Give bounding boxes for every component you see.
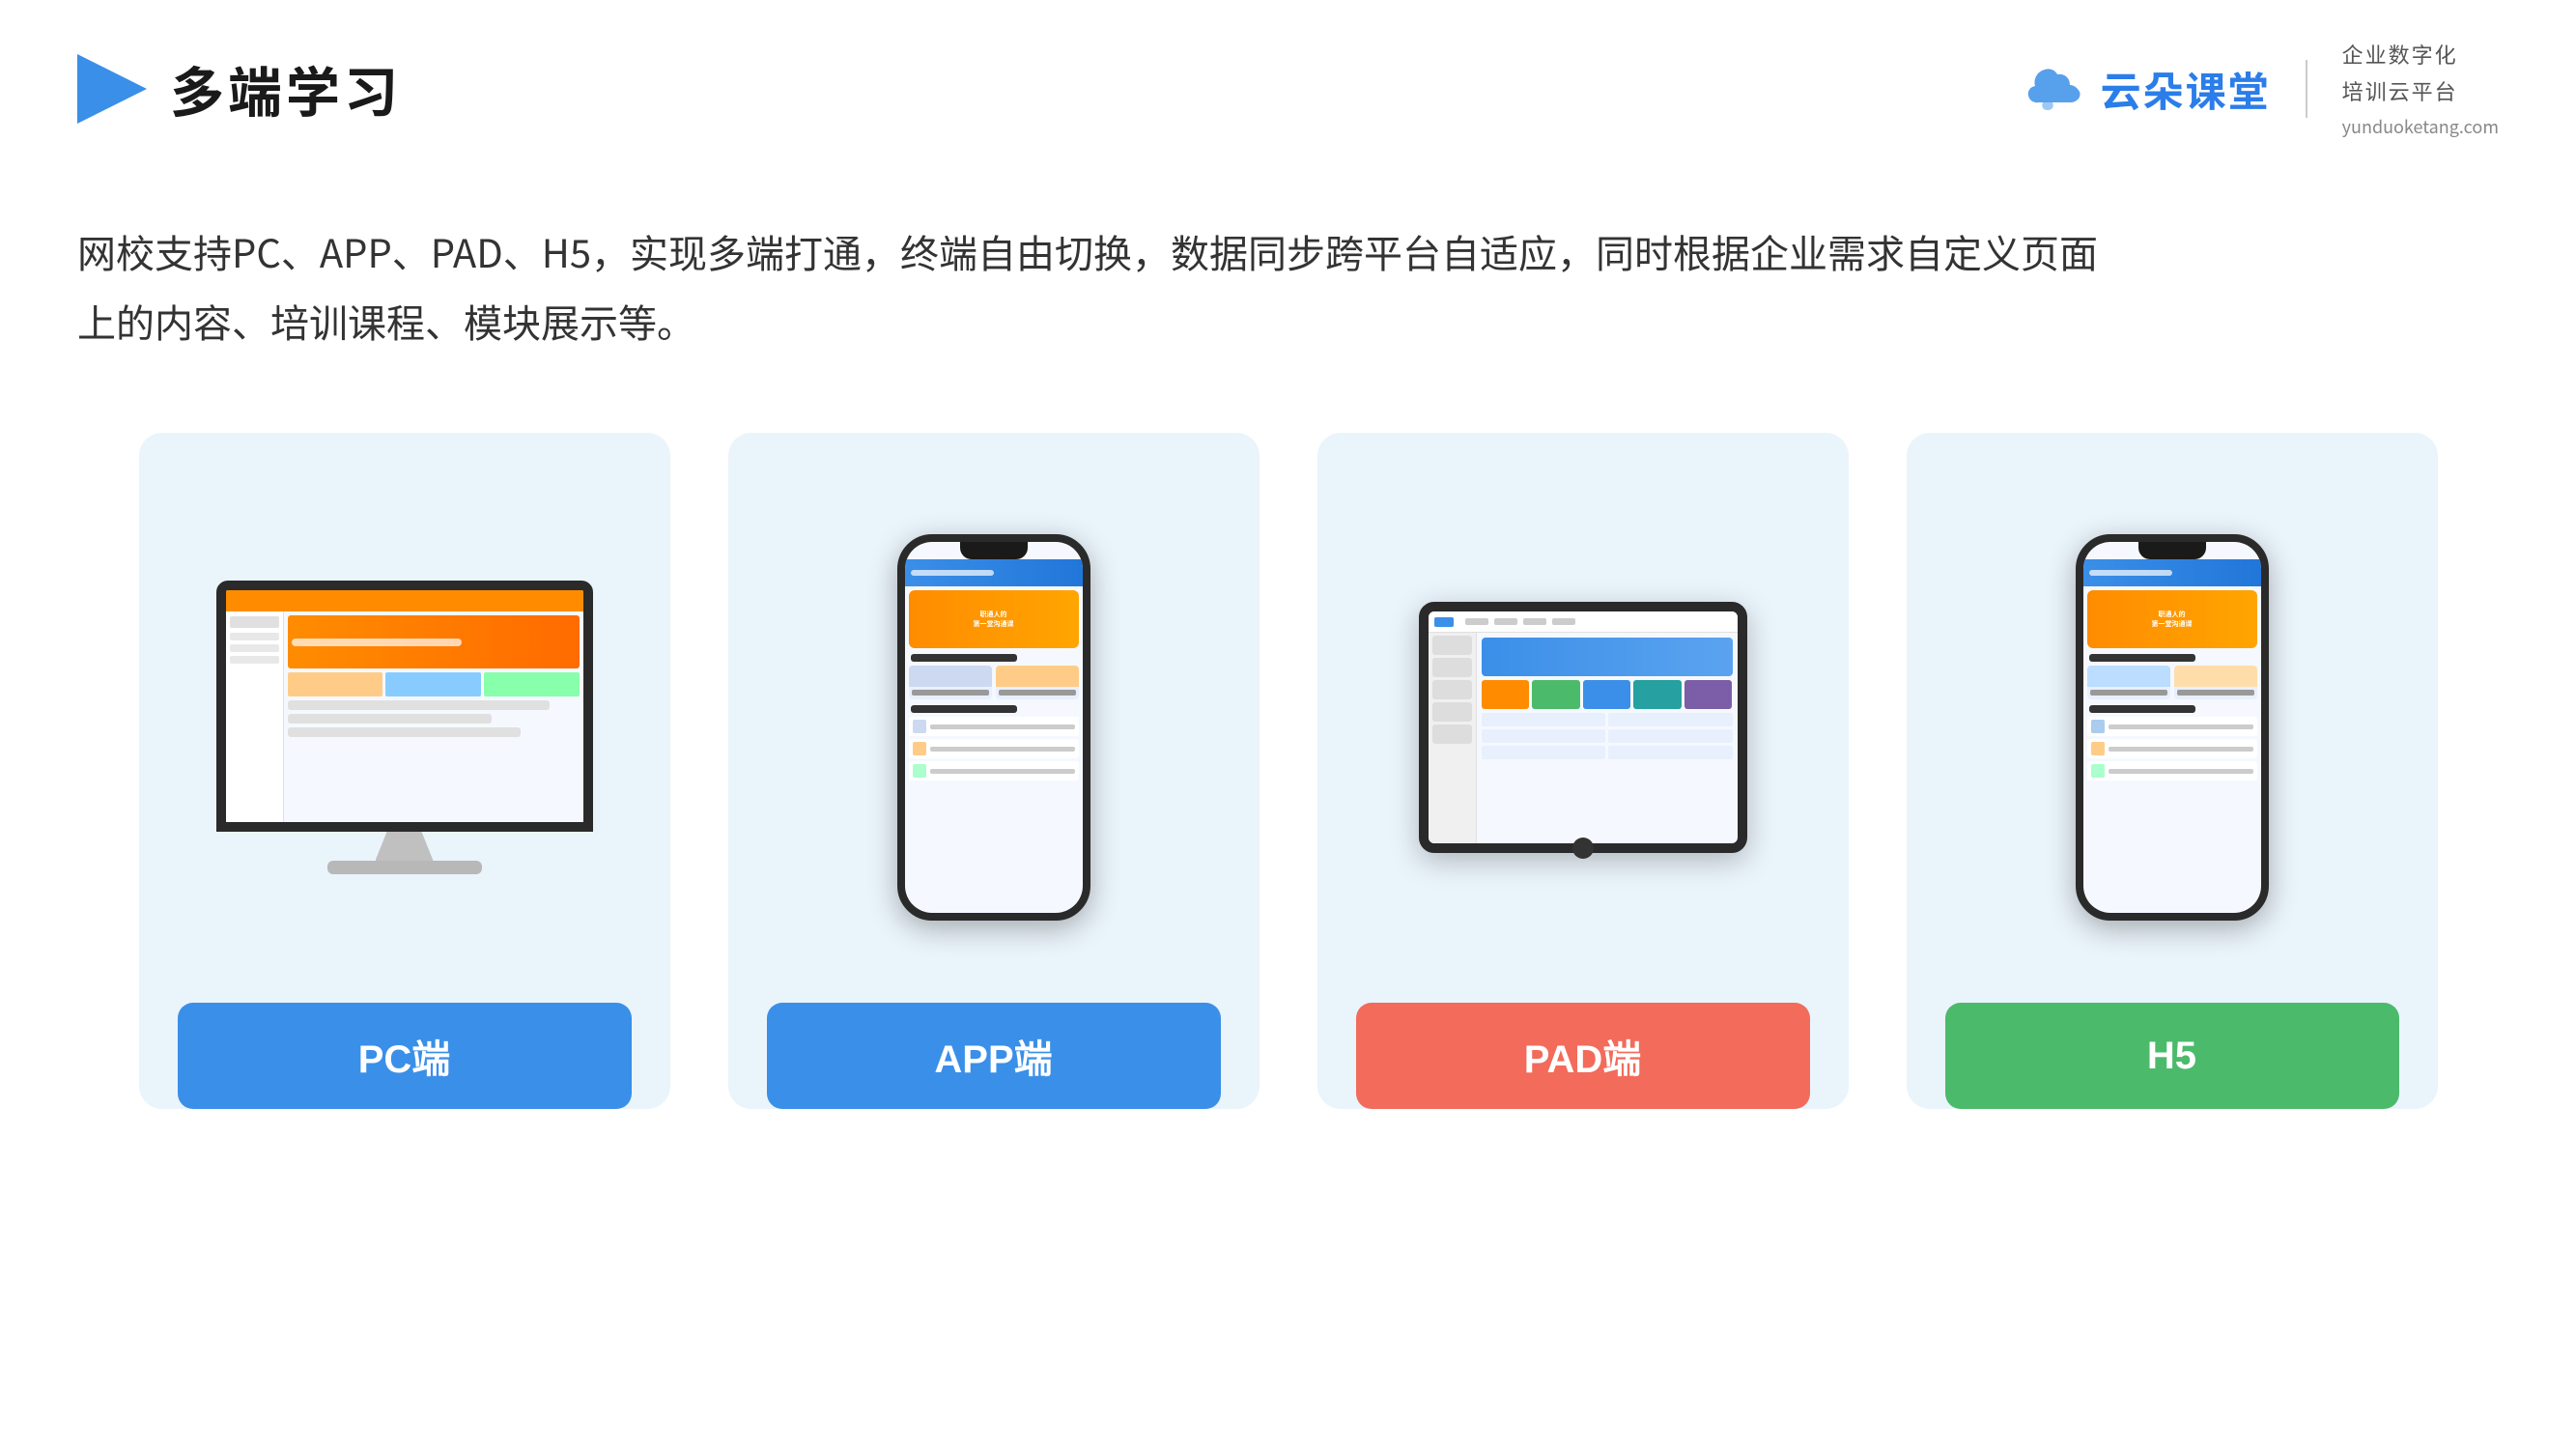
- app-phone-mockup: 职通人的 第一堂沟通课: [897, 534, 1090, 921]
- page-header: 多端学习 云朵课堂 企业数字化 培训云平台 yunduoketang.com: [0, 0, 2576, 139]
- phone-list-item1: [909, 717, 1079, 736]
- card-app: 职通人的 第一堂沟通课: [728, 433, 1260, 1109]
- cloud-icon: [2024, 68, 2081, 110]
- card-pc: PC端: [139, 433, 670, 1109]
- pc-card-bottom: PC端: [178, 983, 632, 1109]
- h5-image-area: 职通人的 第一堂沟通课: [1945, 471, 2399, 983]
- logo-left: 多端学习: [77, 50, 402, 128]
- h5-section-title1: [2089, 654, 2195, 662]
- brand-url: yunduoketang.com: [2342, 114, 2499, 139]
- tablet-cards-row: [1482, 680, 1733, 709]
- brand-logo-area: 云朵课堂 企业数字化 培训云平台 yunduoketang.com: [2024, 39, 2499, 139]
- tablet-wrapper: [1419, 602, 1747, 853]
- h5-cards-grid: [2083, 666, 2261, 699]
- brand-right-text: 企业数字化 培训云平台 yunduoketang.com: [2342, 39, 2499, 139]
- app-card-bottom: APP端: [767, 983, 1221, 1109]
- phone-cards-grid: [905, 666, 1083, 699]
- phone-list-item3: [909, 761, 1079, 781]
- h5-list-item2: [2087, 739, 2257, 758]
- cards-container: PC端 职通人的 第一堂沟通课: [0, 355, 2576, 1109]
- h5-phone-banner: 职通人的 第一堂沟通课: [2087, 590, 2257, 648]
- h5-card-bottom: H5: [1945, 983, 2399, 1109]
- monitor-base: [327, 861, 482, 874]
- pc-image-area: [178, 471, 632, 983]
- pad-image-area: [1356, 471, 1810, 983]
- phone-banner: 职通人的 第一堂沟通课: [909, 590, 1079, 648]
- card-h5: 职通人的 第一堂沟通课: [1907, 433, 2438, 1109]
- tablet-header: [1429, 611, 1738, 633]
- h5-phone-mockup: 职通人的 第一堂沟通课: [2076, 534, 2269, 921]
- tablet-main: [1477, 633, 1738, 843]
- screen-content-row: [226, 611, 583, 822]
- brand-name-cn: 云朵课堂: [2101, 60, 2271, 119]
- tablet-sidebar: [1429, 633, 1477, 843]
- app-button[interactable]: APP端: [767, 1003, 1221, 1109]
- screen-header-bar: [226, 590, 583, 611]
- tablet-list-row: [1482, 713, 1733, 762]
- phone-screen-header: [905, 559, 1083, 586]
- phone-list-item2: [909, 739, 1079, 758]
- monitor-mockup: [216, 581, 593, 874]
- tablet-content: [1429, 633, 1738, 843]
- card-pad: PAD端: [1317, 433, 1849, 1109]
- brand-divider: [2306, 60, 2307, 118]
- h5-button[interactable]: H5: [1945, 1003, 2399, 1109]
- h5-list-item3: [2087, 761, 2257, 781]
- play-icon: [77, 54, 147, 124]
- pad-button[interactable]: PAD端: [1356, 1003, 1810, 1109]
- h5-phone-screen: 职通人的 第一堂沟通课: [2083, 542, 2261, 913]
- phone-section-title2: [911, 705, 1017, 713]
- screen-banner: [288, 615, 580, 668]
- description-text: 网校支持PC、APP、PAD、H5，实现多端打通，终端自由切换，数据同步跨平台自…: [0, 139, 2318, 355]
- screen-main: [284, 611, 583, 822]
- page-title: 多端学习: [170, 50, 402, 128]
- h5-phone-notch: [2138, 542, 2206, 559]
- pad-card-bottom: PAD端: [1356, 983, 1810, 1109]
- screen-sidebar: [226, 611, 284, 822]
- description-line1: 网校支持PC、APP、PAD、H5，实现多端打通，终端自由切换，数据同步跨平台自…: [77, 216, 2241, 286]
- tablet-screen: [1429, 611, 1738, 843]
- phone-section-title1: [911, 654, 1017, 662]
- phone-notch: [960, 542, 1028, 559]
- monitor-screen-wrap: [216, 581, 593, 832]
- phone-screen: 职通人的 第一堂沟通课: [905, 542, 1083, 913]
- monitor-screen: [226, 590, 583, 822]
- app-image-area: 职通人的 第一堂沟通课: [767, 471, 1221, 983]
- h5-list-item1: [2087, 717, 2257, 736]
- h5-phone-screen-header: [2083, 559, 2261, 586]
- tablet-home-btn: [1572, 838, 1594, 859]
- description-line2: 上的内容、培训课程、模块展示等。: [77, 286, 2241, 355]
- brand-slogan1: 企业数字化: [2342, 39, 2499, 70]
- h5-section-title2: [2089, 705, 2195, 713]
- tablet-mockup: [1419, 602, 1747, 853]
- tablet-banner: [1482, 638, 1733, 676]
- monitor-stand: [376, 832, 434, 861]
- pc-button[interactable]: PC端: [178, 1003, 632, 1109]
- brand-slogan2: 培训云平台: [2342, 75, 2499, 106]
